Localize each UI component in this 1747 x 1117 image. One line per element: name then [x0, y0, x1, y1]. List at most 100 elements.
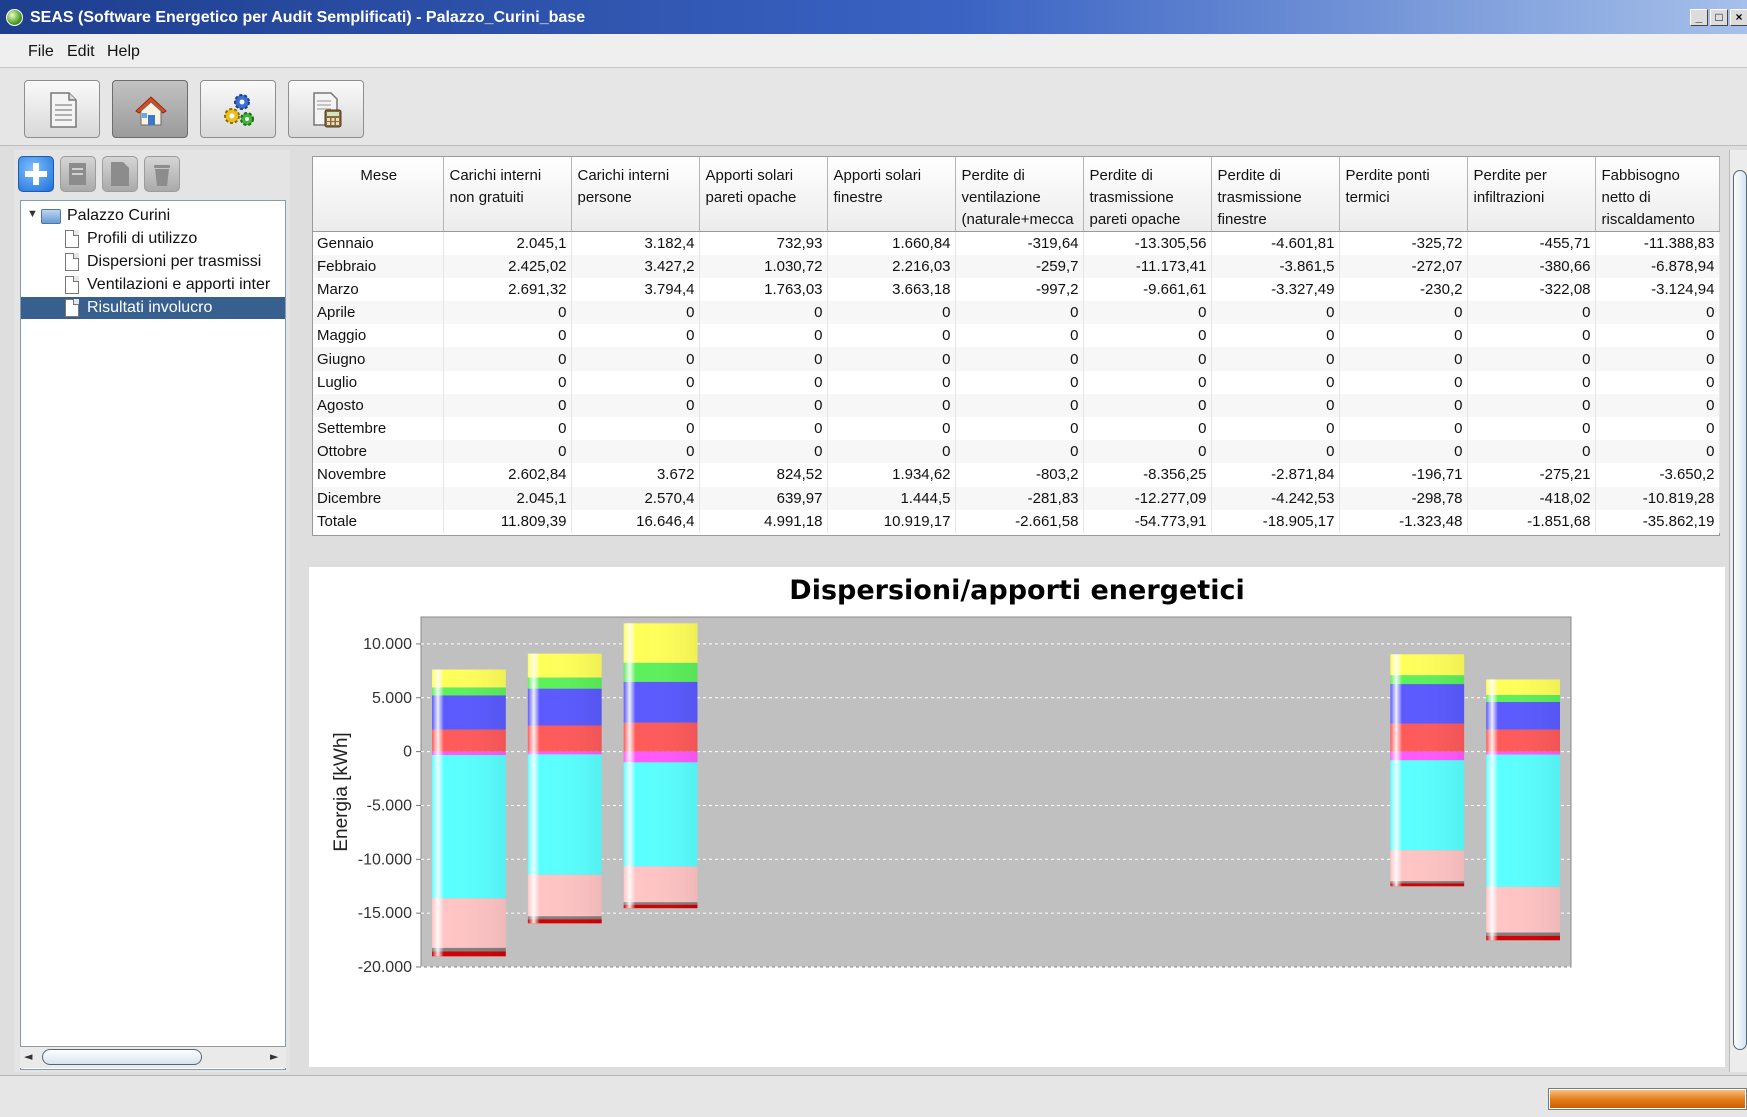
maximize-button[interactable]: □: [1710, 9, 1728, 26]
toolbar: [0, 68, 1747, 146]
value-cell: -3.861,5: [1211, 254, 1340, 278]
column-header[interactable]: Fabbisogno netto di riscaldamento: [1595, 157, 1720, 232]
scrollbar-thumb[interactable]: [42, 1049, 202, 1065]
close-button[interactable]: ×: [1730, 9, 1747, 26]
column-header[interactable]: Perdite di ventilazione (naturale+mecca: [955, 157, 1084, 232]
edit-icon: [69, 163, 86, 185]
table-row[interactable]: Marzo 2.691,32 3.794,4 1.763,03 3.663,18 -997…: [313, 277, 1720, 302]
table-row[interactable]: Settembre 0 0 0 0 0 0 0 0 0 0: [313, 417, 1720, 441]
report-button[interactable]: [288, 80, 364, 138]
y-axis-label: Energia [kWh]: [331, 732, 352, 851]
value-cell: -4.242,53: [1211, 486, 1340, 510]
value-cell: -997,2: [955, 277, 1084, 302]
y-tick-label: 0: [403, 744, 412, 761]
column-header[interactable]: Mese: [313, 157, 444, 232]
column-header[interactable]: Apporti solari finestre: [827, 157, 956, 232]
copy-icon: [111, 162, 129, 186]
value-cell: 1.030,72: [699, 254, 828, 278]
document-button[interactable]: [24, 80, 100, 138]
value-cell: 0: [1211, 393, 1340, 417]
value-cell: 1.763,03: [699, 277, 828, 302]
table-row[interactable]: Febbraio 2.425,02 3.427,2 1.030,72 2.216,03-…: [313, 254, 1720, 278]
menu-edit[interactable]: Edit: [67, 43, 95, 61]
scroll-left-icon[interactable]: ◄: [24, 1050, 32, 1063]
table-row[interactable]: Ottobre 0 0 0 0 0 0 0 0 0 0: [313, 440, 1720, 464]
column-header[interactable]: Carichi interni persone: [571, 157, 700, 232]
value-cell: 0: [827, 347, 956, 371]
value-cell: -3.327,49: [1211, 277, 1340, 302]
table-row[interactable]: Luglio 0 0 0 0 0 0 0 0 0 0: [313, 370, 1720, 394]
value-cell: 0: [1083, 393, 1212, 417]
value-cell: -6.878,94: [1595, 254, 1720, 278]
value-cell: 0: [1339, 370, 1468, 394]
project-sidebar: ▼ Palazzo Curini Profili di utilizzo Dis…: [14, 150, 290, 1072]
table-row[interactable]: Gennaio 2.045,1 3.182,4 732,93 1.660,84 -319,…: [313, 231, 1720, 255]
tree-root-label: Palazzo Curini: [67, 207, 171, 224]
tree-root[interactable]: ▼ Palazzo Curini: [21, 205, 285, 227]
value-cell: 0: [571, 347, 700, 371]
table-row[interactable]: Maggio 0 0 0 0 0 0 0 0 0 0: [313, 324, 1720, 348]
bar-highlight: [1390, 654, 1465, 887]
expand-arrow-icon[interactable]: ▼: [27, 208, 38, 220]
month-cell: Settembre: [313, 417, 444, 441]
month-cell: Gennaio: [313, 231, 444, 255]
y-tick-label: -5.000: [367, 797, 412, 814]
tree-item-dispersioni[interactable]: Dispersioni per trasmissi: [21, 251, 285, 273]
tree-horizontal-scrollbar[interactable]: ◄ ►: [20, 1046, 286, 1068]
scrollbar-thumb[interactable]: [1733, 170, 1747, 1050]
y-tick-label: -15.000: [358, 905, 412, 922]
table-row[interactable]: Aprile 0 0 0 0 0 0 0 0 0 0: [313, 301, 1720, 325]
value-cell: 0: [1595, 301, 1720, 325]
results-table-panel: Mese Carichi interni non gratuiti Carichi …: [312, 156, 1720, 536]
table-row[interactable]: Dicembre 2.045,1 2.570,4 639,97 1.444,5 -281,…: [313, 486, 1720, 510]
value-cell: -275,21: [1467, 463, 1596, 487]
value-cell: 16.646,4: [571, 509, 700, 533]
column-header[interactable]: Perdite per infiltrazioni: [1467, 157, 1596, 232]
table-row[interactable]: Giugno 0 0 0 0 0 0 0 0 0 0: [313, 347, 1720, 371]
value-cell: 3.182,4: [571, 231, 700, 255]
column-header[interactable]: Apporti solari pareti opache: [699, 157, 828, 232]
value-cell: 0: [1083, 301, 1212, 325]
edit-button[interactable]: [60, 156, 96, 192]
value-cell: -1.851,68: [1467, 509, 1596, 533]
bar-highlight: [623, 623, 698, 909]
value-cell: -230,2: [1339, 277, 1468, 302]
app-window: SEAS (Software Energetico per Audit Semp…: [0, 0, 1747, 1117]
tree-item-ventilazioni[interactable]: Ventilazioni e apporti inter: [21, 274, 285, 296]
column-header[interactable]: Perdite ponti termici: [1339, 157, 1468, 232]
main-vertical-scrollbar[interactable]: [1729, 150, 1747, 1072]
table-row[interactable]: Novembre 2.602,84 3.672 824,52 1.934,62 -803,…: [313, 463, 1720, 487]
column-header[interactable]: Perdite di trasmissione pareti opache: [1083, 157, 1212, 232]
value-cell: 0: [699, 370, 828, 394]
value-cell: -259,7: [955, 254, 1084, 278]
column-header[interactable]: Carichi interni non gratuiti: [443, 157, 572, 232]
home-button[interactable]: [112, 80, 188, 138]
value-cell: -18.905,17: [1211, 509, 1340, 533]
value-cell: -380,66: [1467, 254, 1596, 278]
table-row[interactable]: Totale 11.809,39 16.646,4 4.991,18 10.919,17…: [313, 509, 1720, 533]
trash-icon: [154, 165, 170, 186]
copy-button[interactable]: [102, 156, 138, 192]
menu-file[interactable]: File: [28, 43, 54, 61]
delete-button[interactable]: [144, 156, 180, 192]
minimize-button[interactable]: _: [1690, 9, 1708, 26]
value-cell: 0: [1467, 393, 1596, 417]
value-cell: 0: [571, 301, 700, 325]
scroll-right-icon[interactable]: ►: [270, 1050, 278, 1063]
y-tick-label: 5.000: [372, 690, 412, 707]
value-cell: 11.809,39: [443, 509, 572, 533]
document-icon: [50, 92, 77, 128]
table-header-row: Mese Carichi interni non gratuiti Carichi …: [313, 157, 1720, 232]
tree-item-label: Ventilazioni e apporti inter: [87, 276, 271, 293]
add-button[interactable]: [18, 156, 54, 192]
column-header[interactable]: Perdite di trasmissione finestre: [1211, 157, 1340, 232]
menu-help[interactable]: Help: [107, 43, 140, 61]
settings-button[interactable]: [200, 80, 276, 138]
value-cell: -281,83: [955, 486, 1084, 510]
value-cell: 0: [827, 301, 956, 325]
tree-item-risultati[interactable]: Risultati involucro: [21, 297, 285, 319]
energy-chart: 10.000 5.000 0 -5.000 -10.000 -15.000 -20.000 E…: [331, 616, 1572, 976]
value-cell: 0: [1595, 347, 1720, 371]
tree-item-profili[interactable]: Profili di utilizzo: [21, 228, 285, 250]
table-row[interactable]: Agosto 0 0 0 0 0 0 0 0 0 0: [313, 393, 1720, 417]
